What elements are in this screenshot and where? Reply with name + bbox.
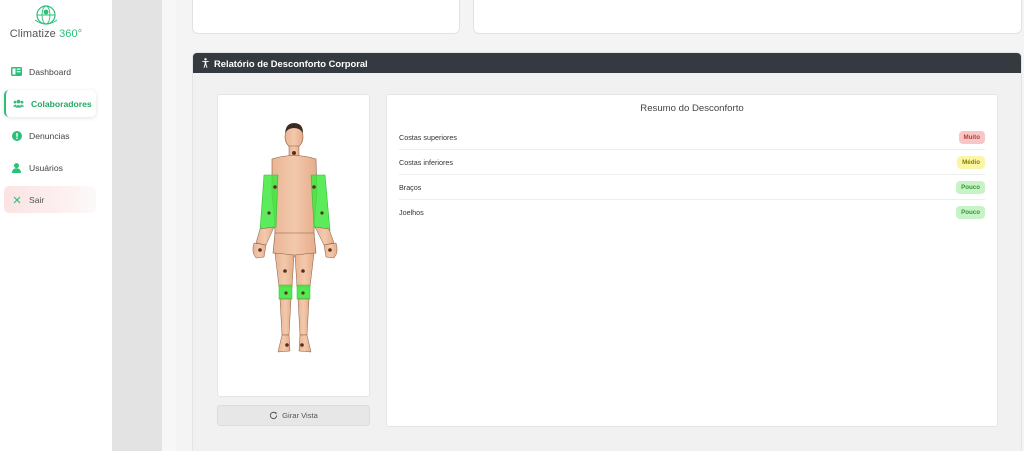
body-left-foot[interactable]: [277, 334, 291, 353]
top-card-right: [473, 0, 1022, 34]
body-map[interactable]: [218, 95, 371, 398]
sidebar-item-colaboradores[interactable]: Colaboradores: [4, 90, 96, 117]
logo-accent: 360°: [59, 28, 83, 40]
body-right-shin[interactable]: [297, 298, 310, 336]
alert-icon: [11, 130, 22, 141]
users-icon: [13, 98, 24, 109]
sidebar-item-dashboard[interactable]: Dashboard: [4, 58, 100, 85]
dashboard-icon: [11, 66, 22, 77]
logo-text: Climatize: [9, 28, 56, 40]
list-item: Braços Pouco: [399, 175, 985, 200]
close-icon: [11, 194, 22, 205]
top-card-left: [192, 0, 460, 34]
discomfort-summary-card: Resumo do Desconforto Costas superiores …: [386, 94, 998, 427]
body-right-arm[interactable]: [310, 174, 331, 232]
discomfort-report-panel: Relatório de Desconforto Corporal Girar …: [192, 52, 1022, 451]
person-icon: [202, 58, 209, 68]
rotate-view-button[interactable]: Girar Vista: [217, 405, 370, 426]
sidebar-item-label: Dashboard: [29, 66, 72, 77]
summary-title: Resumo do Desconforto: [640, 103, 744, 114]
layout-gutter: [112, 0, 162, 451]
level-badge: Médio: [957, 155, 985, 169]
sidebar: Climatize 360° Dashboard Colaboradores D…: [0, 0, 112, 451]
logo-globe-icon: [34, 5, 58, 25]
list-item: Costas inferiores Médio: [399, 150, 985, 175]
level-badge: Pouco: [956, 206, 985, 219]
rotate-view-label: Girar Vista: [282, 411, 318, 420]
body-part-label: Braços: [399, 182, 422, 192]
body-right-thigh[interactable]: [294, 252, 315, 288]
user-icon: [11, 162, 22, 173]
body-right-forearm: [314, 226, 335, 246]
body-part-label: Joelhos: [399, 208, 424, 217]
level-badge: Pouco: [956, 180, 985, 194]
sidebar-item-label: Denuncias: [29, 130, 70, 141]
app-logo[interactable]: Climatize 360°: [0, 4, 92, 40]
sidebar-item-label: Usuários: [29, 162, 63, 173]
panel-title: Relatório de Desconforto Corporal: [214, 57, 368, 69]
body-left-shin[interactable]: [279, 298, 292, 336]
sidebar-nav: Dashboard Colaboradores Denuncias Usuári…: [0, 58, 100, 218]
body-torso[interactable]: [271, 155, 318, 236]
sidebar-item-label: Sair: [29, 194, 45, 205]
list-item: Joelhos Pouco: [399, 200, 985, 225]
panel-header: Relatório de Desconforto Corporal: [193, 53, 1021, 73]
body-map-card: [217, 94, 370, 397]
list-item: Costas superiores Muito: [399, 125, 985, 150]
body-part-label: Costas superiores: [399, 132, 457, 142]
sidebar-item-denuncias[interactable]: Denuncias: [4, 122, 100, 149]
body-part-label: Costas inferiores: [399, 157, 453, 167]
layout-gutter-inner: [162, 0, 176, 451]
body-left-arm[interactable]: [259, 174, 279, 232]
rotate-icon: [269, 411, 278, 420]
body-right-foot[interactable]: [298, 334, 312, 353]
sidebar-item-sair[interactable]: Sair: [4, 186, 96, 213]
summary-list: Costas superiores Muito Costas inferiore…: [399, 125, 985, 225]
sidebar-item-label: Colaboradores: [31, 98, 92, 109]
level-badge: Muito: [958, 130, 985, 144]
body-left-forearm: [255, 226, 275, 246]
sidebar-item-usuarios[interactable]: Usuários: [4, 154, 100, 181]
